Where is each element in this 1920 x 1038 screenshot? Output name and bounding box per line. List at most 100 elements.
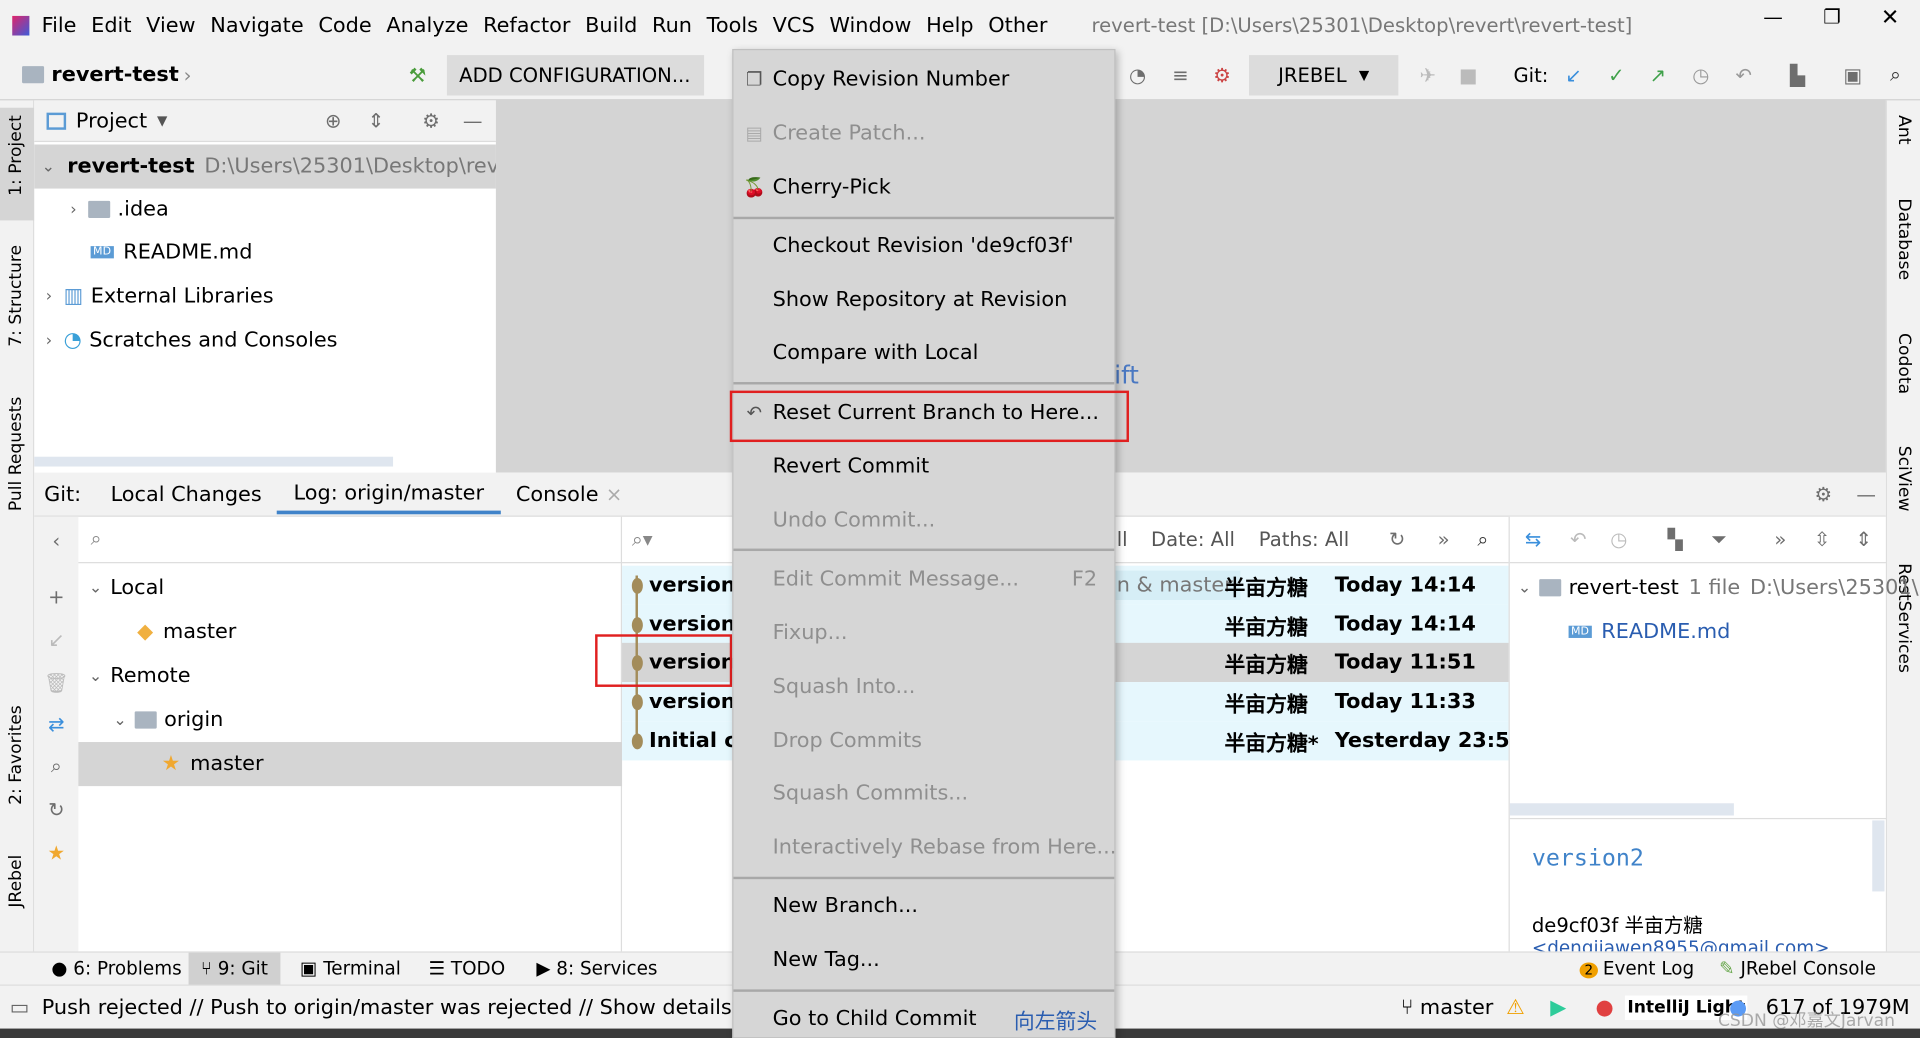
group-by-icon[interactable]: ▚ bbox=[1662, 526, 1689, 553]
project-view-selector[interactable]: Project bbox=[76, 108, 147, 132]
build-hammer-icon[interactable]: ⚒ bbox=[404, 61, 431, 88]
add-icon[interactable]: + bbox=[43, 583, 70, 610]
add-configuration-button[interactable]: ADD CONFIGURATION... bbox=[446, 55, 705, 96]
tree-item-root[interactable]: ⌄ revert-test D:\Users\25301\Desktop\rev… bbox=[34, 144, 512, 189]
menu-item-compare-local[interactable]: Compare with Local bbox=[733, 328, 1114, 377]
chevron-right-icon[interactable]: › bbox=[39, 331, 59, 349]
menu-item-squash-into[interactable]: Squash Into... bbox=[733, 662, 1114, 711]
codota-icon[interactable]: ▶ bbox=[1550, 995, 1566, 1019]
close-tab-icon[interactable]: × bbox=[606, 482, 622, 505]
menu-item-new-branch[interactable]: New Branch... bbox=[733, 882, 1114, 931]
menu-item-fixup[interactable]: Fixup... bbox=[733, 609, 1114, 658]
search-icon[interactable]: ⌕ bbox=[1469, 526, 1496, 553]
breadcrumb-project[interactable]: revert-test bbox=[51, 62, 178, 86]
project-structure-icon[interactable]: ▙ bbox=[1784, 61, 1811, 88]
more-icon[interactable]: » bbox=[1767, 526, 1794, 553]
tab-local-changes[interactable]: Local Changes bbox=[111, 482, 262, 506]
chevron-down-icon[interactable]: ⌄ bbox=[1515, 579, 1535, 597]
hide-icon[interactable]: — bbox=[1853, 481, 1880, 508]
chevron-down-icon[interactable]: ⌄ bbox=[86, 667, 106, 685]
log-search-icon[interactable]: ⌕▾ bbox=[632, 527, 653, 551]
menu-item-show-repository[interactable]: Show Repository at Revision bbox=[733, 276, 1114, 325]
tool-project-label[interactable]: 1: Project bbox=[6, 115, 26, 196]
menu-item-interactive-rebase[interactable]: Interactively Rebase from Here... bbox=[733, 823, 1117, 872]
menu-item-drop-commits[interactable]: Drop Commits bbox=[733, 716, 1114, 765]
tool-codota-label[interactable]: Codota bbox=[1894, 333, 1914, 394]
menu-item-new-tag[interactable]: New Tag... bbox=[733, 936, 1114, 985]
tree-item-idea[interactable]: › .idea bbox=[64, 187, 169, 231]
favorite-star-icon[interactable]: ★ bbox=[43, 839, 70, 866]
changes-root[interactable]: ⌄ revert-test 1 file D:\Users\25301\ bbox=[1515, 566, 1919, 610]
tree-item-external-libraries[interactable]: › ▥ External Libraries bbox=[39, 274, 274, 318]
menu-item-checkout-revision[interactable]: Checkout Revision 'de9cf03f' bbox=[733, 222, 1114, 271]
status-message[interactable]: Push rejected // Push to origin/master w… bbox=[42, 995, 788, 1019]
show-diff-icon[interactable]: ⇆ bbox=[1520, 526, 1547, 553]
search-icon[interactable]: ⌕ bbox=[43, 753, 70, 780]
vertical-scrollbar[interactable] bbox=[1872, 820, 1885, 892]
refresh-icon[interactable]: ↻ bbox=[1384, 526, 1411, 553]
revert-icon[interactable]: ↶ bbox=[1565, 526, 1592, 553]
tab-console[interactable]: Console bbox=[516, 482, 599, 506]
update-project-icon[interactable]: ↙ bbox=[1560, 61, 1587, 88]
branch-widget[interactable]: ⑂ master bbox=[1401, 995, 1494, 1019]
menu-vcs[interactable]: VCS bbox=[773, 13, 815, 37]
horizontal-scrollbar[interactable] bbox=[1509, 803, 1734, 816]
menu-item-go-to-child[interactable]: Go to Child Commit 向左箭头 bbox=[733, 994, 1114, 1038]
menu-item-edit-message[interactable]: Edit Commit Message... F2 bbox=[733, 555, 1114, 604]
menu-navigate[interactable]: Navigate bbox=[210, 13, 303, 37]
menu-tools[interactable]: Tools bbox=[707, 13, 758, 37]
tree-item-readme[interactable]: MD README.md bbox=[90, 230, 252, 274]
chevron-down-icon[interactable]: ⌄ bbox=[86, 579, 106, 597]
attach-icon[interactable]: ✈ bbox=[1414, 61, 1441, 88]
problems-button[interactable]: ● 6: Problems bbox=[51, 958, 181, 980]
git-button[interactable]: ⑂ 9: Git bbox=[188, 952, 281, 986]
chevron-right-icon[interactable]: › bbox=[64, 200, 84, 218]
menu-other[interactable]: Other bbox=[988, 13, 1047, 37]
stop-icon[interactable]: ■ bbox=[1455, 61, 1482, 88]
back-icon[interactable]: ‹ bbox=[43, 527, 70, 554]
tool-jrebel-label[interactable]: JRebel bbox=[6, 855, 26, 908]
terminal-window-icon[interactable]: ▣ bbox=[1839, 61, 1866, 88]
menu-run[interactable]: Run bbox=[652, 13, 692, 37]
history-icon[interactable]: ◷ bbox=[1605, 526, 1632, 553]
menu-item-squash-commits[interactable]: Squash Commits... bbox=[733, 769, 1114, 818]
chevron-down-icon[interactable]: ⌄ bbox=[42, 157, 55, 175]
collapse-all-icon[interactable]: ⇕ bbox=[362, 107, 389, 134]
jrebel-console-button[interactable]: ✎ JRebel Console bbox=[1719, 958, 1876, 980]
jrebel-dropdown[interactable]: JREBEL ▼ bbox=[1248, 55, 1399, 96]
date-filter[interactable]: Date: All bbox=[1151, 528, 1235, 551]
branch-filter[interactable]: ll bbox=[1117, 528, 1128, 551]
tool-favorites-label[interactable]: 2: Favorites bbox=[6, 705, 26, 805]
coverage-icon[interactable]: ◔ bbox=[1124, 61, 1151, 88]
terminal-button[interactable]: ▣ Terminal bbox=[300, 958, 401, 980]
menu-item-undo-commit[interactable]: Undo Commit... bbox=[733, 496, 1114, 545]
commit-check-icon[interactable]: ✓ bbox=[1603, 61, 1630, 88]
tool-structure-label[interactable]: 7: Structure bbox=[6, 245, 26, 347]
menu-refactor[interactable]: Refactor bbox=[483, 13, 570, 37]
history-icon[interactable]: ◷ bbox=[1687, 61, 1714, 88]
close-button[interactable]: ✕ bbox=[1881, 5, 1899, 31]
menu-item-create-patch[interactable]: ▤ Create Patch... bbox=[733, 109, 1114, 158]
menu-item-copy-revision[interactable]: ❐ Copy Revision Number bbox=[733, 55, 1114, 104]
fetch-icon[interactable]: ⇄ bbox=[43, 710, 70, 737]
menu-item-revert-commit[interactable]: Revert Commit bbox=[733, 442, 1114, 491]
tab-log[interactable]: Log: origin/master bbox=[276, 474, 502, 515]
horizontal-scrollbar[interactable] bbox=[34, 456, 394, 467]
paths-filter[interactable]: Paths: All bbox=[1259, 528, 1349, 551]
branch-group-origin[interactable]: ⌄ origin bbox=[110, 698, 223, 742]
collapse-all-icon[interactable]: ⇕ bbox=[1850, 526, 1877, 553]
hide-icon[interactable]: — bbox=[459, 107, 486, 134]
gear-icon[interactable]: ⚙ bbox=[418, 107, 445, 134]
more-icon[interactable]: » bbox=[1430, 526, 1457, 553]
tree-item-scratches[interactable]: › ◔ Scratches and Consoles bbox=[39, 318, 338, 362]
services-button[interactable]: ▶ 8: Services bbox=[536, 958, 657, 980]
jrebel-debug-icon[interactable]: ⚙ bbox=[1209, 61, 1236, 88]
branch-local-master[interactable]: ◆ master bbox=[137, 610, 236, 654]
chevron-down-icon[interactable]: ⌄ bbox=[110, 711, 130, 729]
tool-ant-label[interactable]: Ant bbox=[1894, 115, 1914, 144]
event-log-button[interactable]: 2 Event Log bbox=[1579, 958, 1694, 980]
branch-remote-master[interactable]: ★ master bbox=[78, 742, 623, 787]
branch-group-remote[interactable]: ⌄ Remote bbox=[86, 654, 191, 698]
locate-icon[interactable]: ⊕ bbox=[320, 107, 347, 134]
checkout-icon[interactable]: ↙ bbox=[43, 626, 70, 653]
